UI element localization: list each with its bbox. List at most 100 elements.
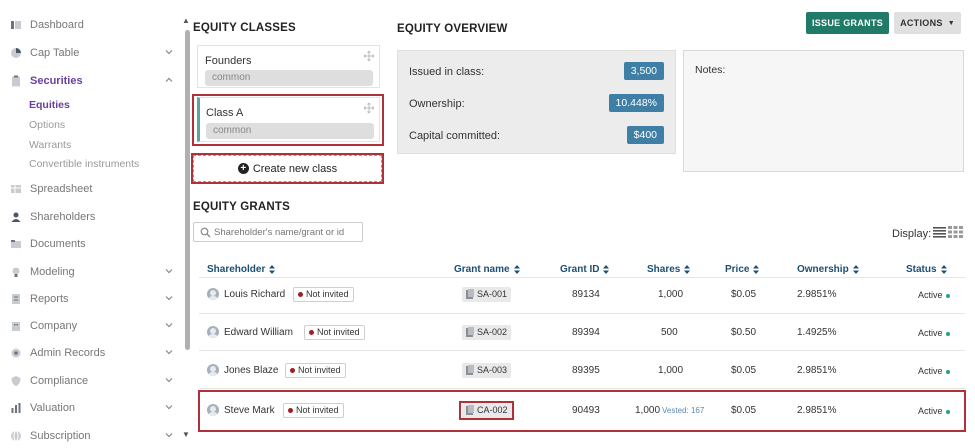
shares: 1,000: [658, 365, 684, 376]
search-icon: [200, 227, 211, 238]
sidebar-item-label: Dashboard: [30, 19, 84, 31]
grant-id: 89394: [572, 327, 600, 338]
sort-icon: [603, 265, 610, 274]
col-header-shareholder[interactable]: Shareholder: [207, 264, 276, 275]
chevron-up-icon[interactable]: [164, 75, 174, 85]
col-label: Grant ID: [560, 264, 600, 275]
sidebar-item-label: Shareholders: [30, 211, 96, 223]
chevron-down-icon[interactable]: [164, 320, 174, 330]
sidebar-item-modeling[interactable]: Modeling: [10, 263, 178, 281]
sidebar-item-admin-records[interactable]: Admin Records: [10, 344, 178, 362]
col-header-grant-id[interactable]: Grant ID: [560, 264, 610, 275]
sidebar-item-dashboard[interactable]: Dashboard: [10, 16, 178, 34]
ownership-label: Ownership:: [409, 98, 465, 110]
shield-icon: [10, 375, 22, 387]
shareholder-name[interactable]: Jones Blaze: [224, 365, 278, 376]
row-divider: [199, 313, 965, 314]
grant-name-badge[interactable]: SA-001: [462, 287, 512, 302]
pie-chart-icon: [10, 47, 22, 59]
col-header-grant-name[interactable]: Grant name: [454, 264, 520, 275]
sidebar-item-valuation[interactable]: Valuation: [10, 399, 178, 417]
document-icon: [466, 289, 474, 299]
sidebar-item-label: Reports: [30, 293, 69, 305]
chevron-down-icon[interactable]: [164, 293, 174, 303]
sidebar-item-documents[interactable]: Documents: [10, 235, 178, 253]
status-badge: Active: [918, 366, 950, 376]
folder-icon: [10, 238, 22, 250]
sort-icon: [753, 265, 760, 274]
grant-name-badge[interactable]: SA-002: [462, 325, 512, 340]
sort-icon: [852, 265, 859, 274]
sidebar-sub-options[interactable]: Options: [29, 119, 65, 131]
col-label: Price: [725, 264, 750, 275]
grid-view-icon[interactable]: [948, 226, 963, 238]
sidebar-item-subscription[interactable]: Subscription: [10, 427, 178, 445]
sidebar-item-label: Admin Records: [30, 347, 106, 359]
sidebar-item-cap-table[interactable]: Cap Table: [10, 44, 178, 62]
notes-panel[interactable]: Notes:: [683, 50, 964, 172]
sidebar: Dashboard Cap Table Securities Equities …: [0, 0, 185, 448]
admin-icon: [10, 347, 22, 359]
shareholder-name[interactable]: Edward William: [224, 327, 293, 338]
sidebar-item-shareholders[interactable]: Shareholders: [10, 208, 178, 226]
caret-down-icon: ▼: [947, 19, 955, 27]
col-label: Ownership: [797, 264, 849, 275]
price: $0.05: [731, 289, 757, 300]
sidebar-sub-equities[interactable]: Equities: [29, 99, 70, 111]
actions-dropdown-button[interactable]: ACTIONS ▼: [894, 12, 961, 34]
sidebar-item-company[interactable]: Company: [10, 317, 178, 335]
sidebar-item-securities[interactable]: Securities: [10, 72, 178, 90]
sidebar-item-label: Securities: [30, 75, 83, 87]
issue-grants-button[interactable]: ISSUE GRANTS: [806, 12, 889, 34]
scroll-up-arrow-icon[interactable]: ▲: [182, 16, 190, 25]
chevron-down-icon[interactable]: [164, 402, 174, 412]
dashboard-icon: [10, 19, 22, 31]
chevron-down-icon[interactable]: [164, 430, 174, 440]
status-badge: Active: [918, 290, 950, 300]
shareholder-name[interactable]: Louis Richard: [224, 289, 285, 300]
table-icon: [10, 183, 22, 195]
col-header-ownership[interactable]: Ownership: [797, 264, 859, 275]
sidebar-item-label: Spreadsheet: [30, 183, 93, 195]
shares: 1,000: [658, 289, 684, 300]
chevron-down-icon[interactable]: [164, 266, 174, 276]
ownership: 1.4925%: [797, 327, 837, 338]
display-label: Display:: [892, 228, 932, 240]
sidebar-item-compliance[interactable]: Compliance: [10, 372, 178, 390]
ownership: 2.9851%: [797, 365, 837, 376]
sidebar-sub-warrants[interactable]: Warrants: [29, 139, 71, 151]
highlight-frame: [192, 94, 384, 146]
sidebar-item-reports[interactable]: Reports: [10, 290, 178, 308]
scrollbar-thumb[interactable]: [185, 30, 190, 350]
col-header-status[interactable]: Status: [906, 264, 947, 275]
lightbulb-icon: [10, 266, 22, 278]
document-icon: [466, 365, 474, 375]
grant-name-badge[interactable]: SA-003: [462, 363, 512, 378]
avatar: [207, 288, 219, 300]
sidebar-item-label: Valuation: [30, 402, 76, 414]
price: $0.50: [731, 327, 757, 338]
chevron-down-icon[interactable]: [164, 375, 174, 385]
list-view-icon[interactable]: [933, 226, 946, 238]
col-header-price[interactable]: Price: [725, 264, 760, 275]
highlight-frame: [191, 153, 384, 184]
drag-handle-icon[interactable]: [364, 51, 374, 61]
chevron-down-icon[interactable]: [164, 47, 174, 57]
bar-chart-icon: [10, 402, 22, 414]
chevron-down-icon[interactable]: [164, 347, 174, 357]
equity-class-card[interactable]: Founders common: [197, 45, 380, 88]
grant-search-box[interactable]: [193, 222, 363, 242]
shares: 500: [661, 327, 678, 338]
sort-icon: [684, 265, 691, 274]
sidebar-item-spreadsheet[interactable]: Spreadsheet: [10, 180, 178, 198]
row-divider: [199, 388, 965, 389]
equity-classes-title: EQUITY CLASSES: [193, 22, 296, 34]
sidebar-item-label: Modeling: [30, 266, 75, 278]
grant-search-input[interactable]: [214, 225, 359, 240]
grant-name-text: SA-001: [477, 289, 508, 299]
grant-id: 89134: [572, 289, 600, 300]
scroll-down-arrow-icon[interactable]: ▼: [182, 430, 190, 439]
sidebar-sub-convertible[interactable]: Convertible instruments: [29, 158, 139, 170]
clipboard-icon: [10, 75, 22, 87]
col-header-shares[interactable]: Shares: [647, 264, 691, 275]
